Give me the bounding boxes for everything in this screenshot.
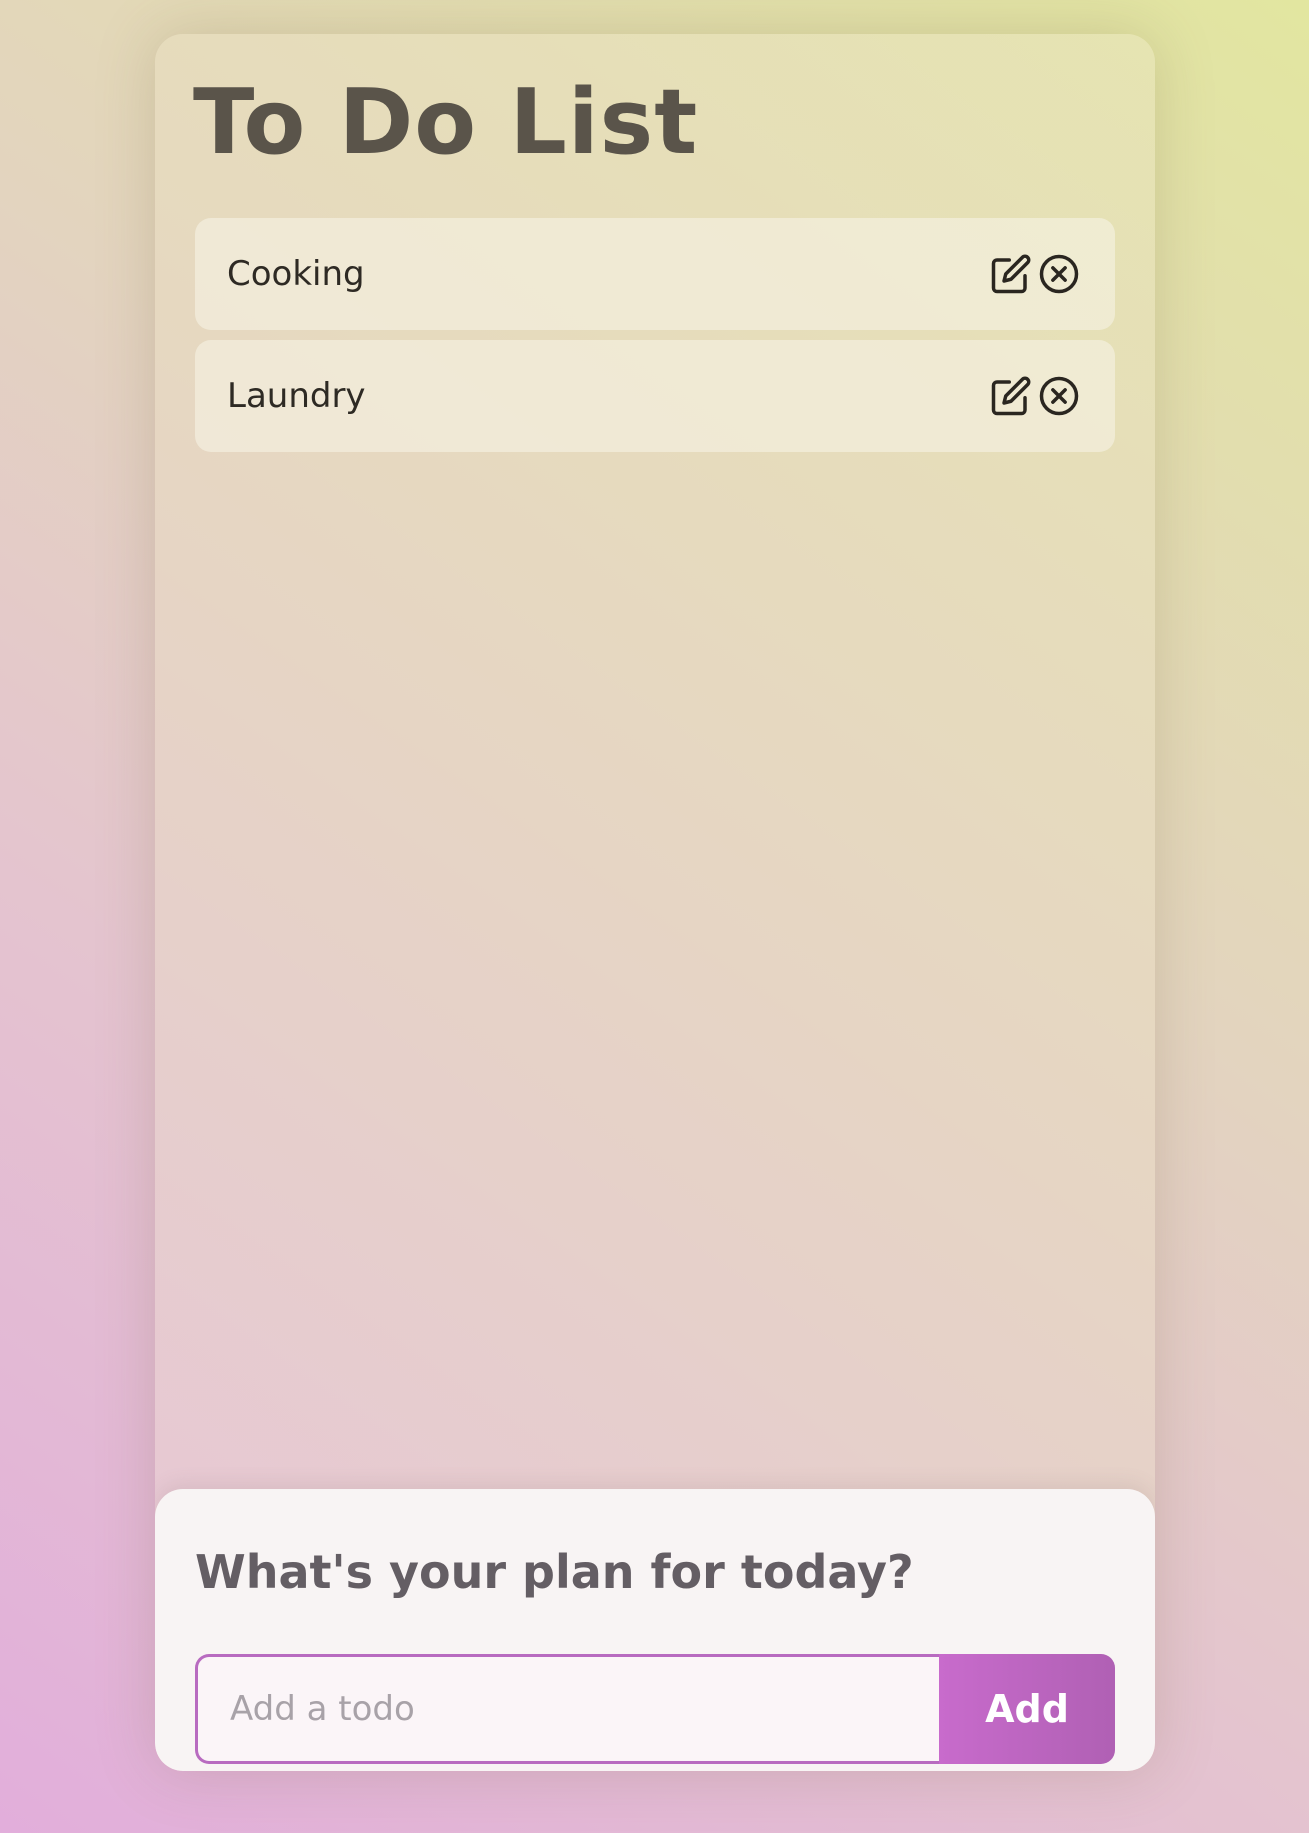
todo-item: Cooking (195, 218, 1115, 330)
close-circle-icon[interactable] (1037, 252, 1081, 296)
todo-item-text: Laundry (227, 376, 366, 416)
todo-app-card: To Do List Cooking Laundry What's your p… (155, 34, 1155, 1771)
add-button[interactable]: Add (939, 1654, 1115, 1764)
composer-prompt: What's your plan for today? (195, 1545, 914, 1599)
edit-icon[interactable] (989, 374, 1033, 418)
todo-item: Laundry (195, 340, 1115, 452)
add-todo-form: Add (195, 1654, 1115, 1764)
add-todo-panel: What's your plan for today? Add (155, 1489, 1155, 1771)
todo-item-text: Cooking (227, 254, 365, 294)
close-circle-icon[interactable] (1037, 374, 1081, 418)
todo-input[interactable] (195, 1654, 939, 1764)
page-title: To Do List (193, 70, 699, 175)
todo-list: Cooking Laundry (195, 218, 1115, 462)
edit-icon[interactable] (989, 252, 1033, 296)
